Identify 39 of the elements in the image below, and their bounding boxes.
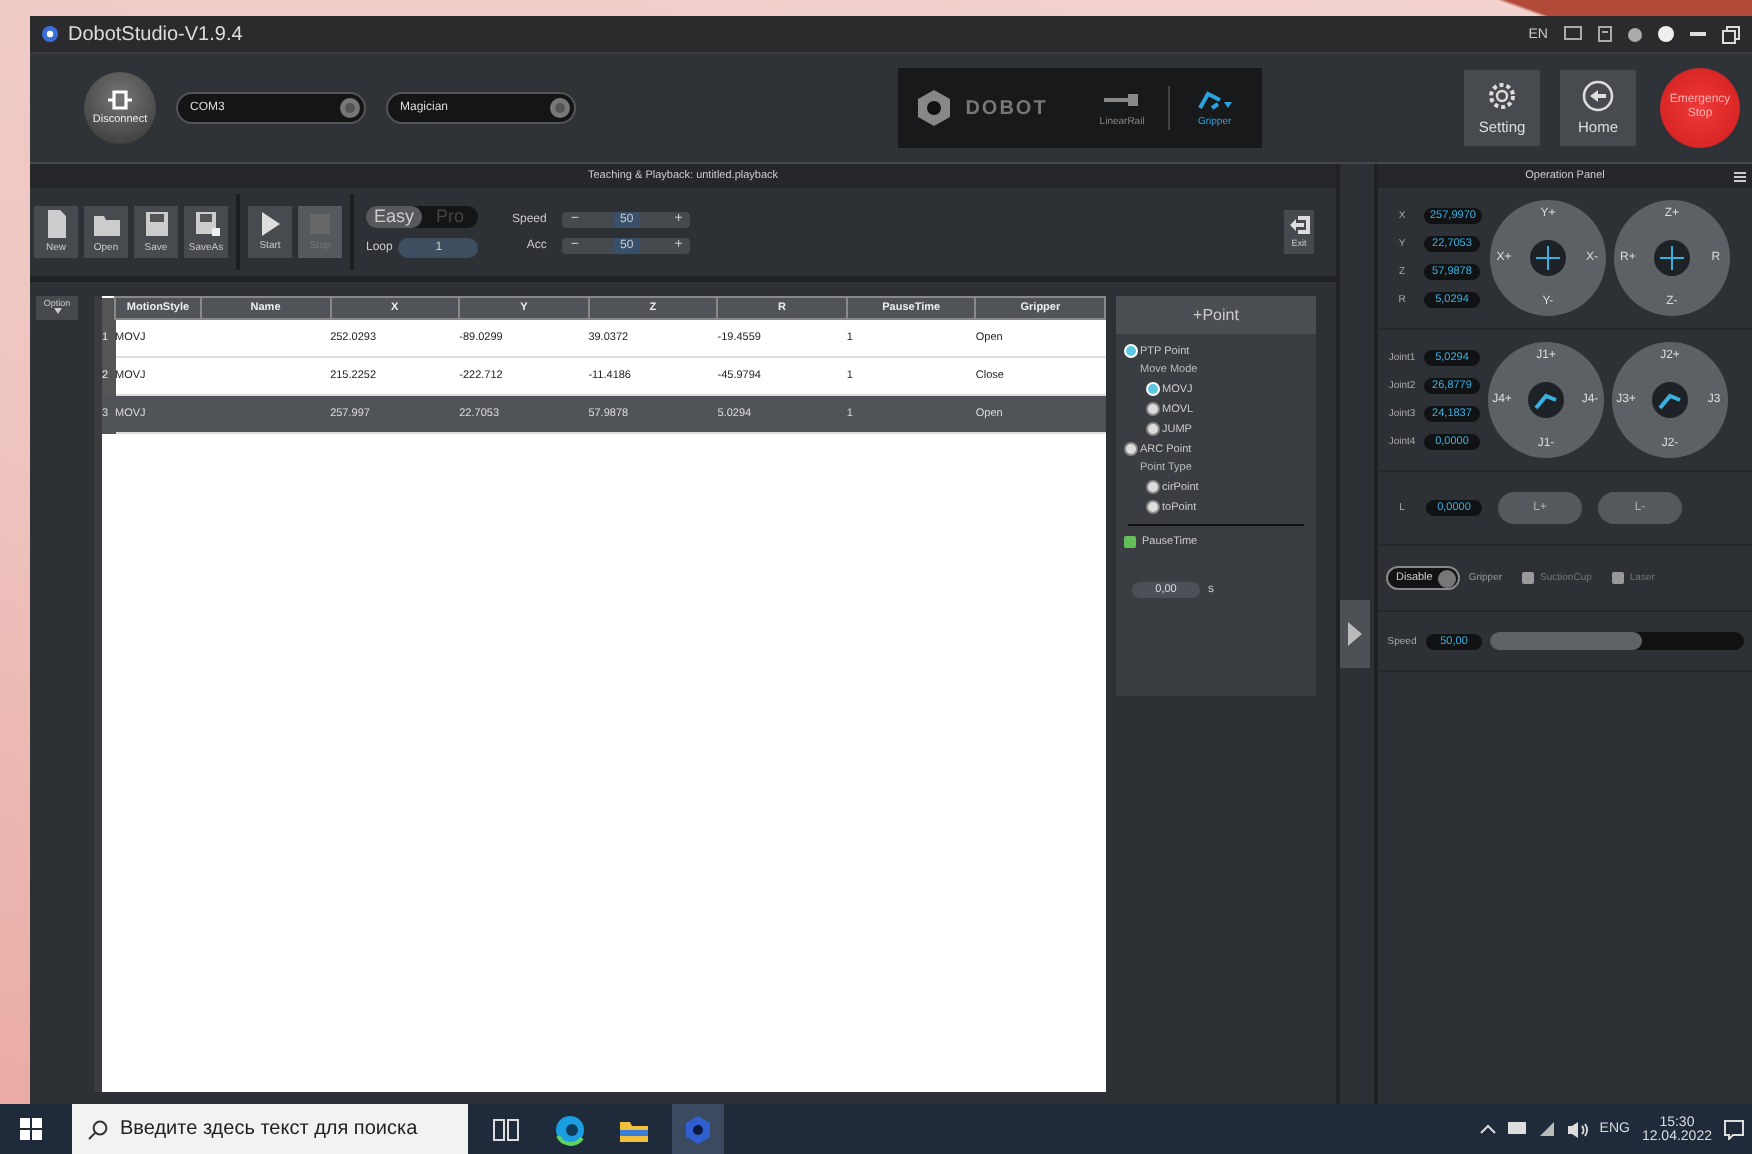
dropdown-knob-icon (550, 98, 570, 118)
axes-icon (1527, 238, 1568, 278)
play-icon (258, 212, 282, 236)
speaker-icon[interactable] (1567, 1121, 1588, 1137)
plug-icon (106, 90, 134, 110)
search-field[interactable]: Введите здесь текст для поиска (72, 1104, 468, 1154)
circle-icon[interactable] (1658, 26, 1674, 42)
browser-icon (554, 1113, 586, 1145)
windows-logo-icon (19, 1118, 41, 1140)
network-icon[interactable] (1507, 1122, 1526, 1136)
chevron-up-icon[interactable] (1479, 1124, 1496, 1134)
rail-icon (1102, 89, 1143, 109)
hexagon-logo-icon (917, 90, 950, 126)
menu-icon[interactable] (1734, 172, 1746, 182)
collapse-button[interactable] (1340, 600, 1370, 668)
robot-arm-icon (1526, 380, 1566, 420)
axes-icon (1651, 238, 1692, 278)
add-point-button[interactable]: +Point (1116, 296, 1316, 334)
wifi-icon[interactable] (1537, 1121, 1556, 1137)
folder-icon (93, 210, 119, 238)
gear-icon (1486, 80, 1518, 112)
dropdown-knob-icon (340, 98, 360, 118)
robot-arm-icon (1650, 380, 1690, 420)
restore-icon[interactable] (1722, 25, 1740, 43)
document-icon[interactable] (1598, 26, 1612, 42)
task-view-icon (490, 1113, 522, 1145)
app-logo-icon (42, 26, 58, 42)
hexagon-app-icon (682, 1113, 714, 1145)
brand-name: DOBOT (965, 97, 1048, 119)
caret-icon (53, 308, 61, 314)
screen-icon[interactable] (1564, 26, 1582, 42)
gripper-icon (1194, 89, 1235, 109)
window-title: DobotStudio-V1.9.4 (68, 23, 243, 45)
document-icon (43, 210, 69, 238)
search-icon (88, 1120, 108, 1140)
mode-tab[interactable]: Easy (366, 206, 422, 228)
play-icon (1348, 622, 1362, 646)
exit-icon (1289, 216, 1309, 234)
notification-icon[interactable] (1724, 1119, 1744, 1139)
